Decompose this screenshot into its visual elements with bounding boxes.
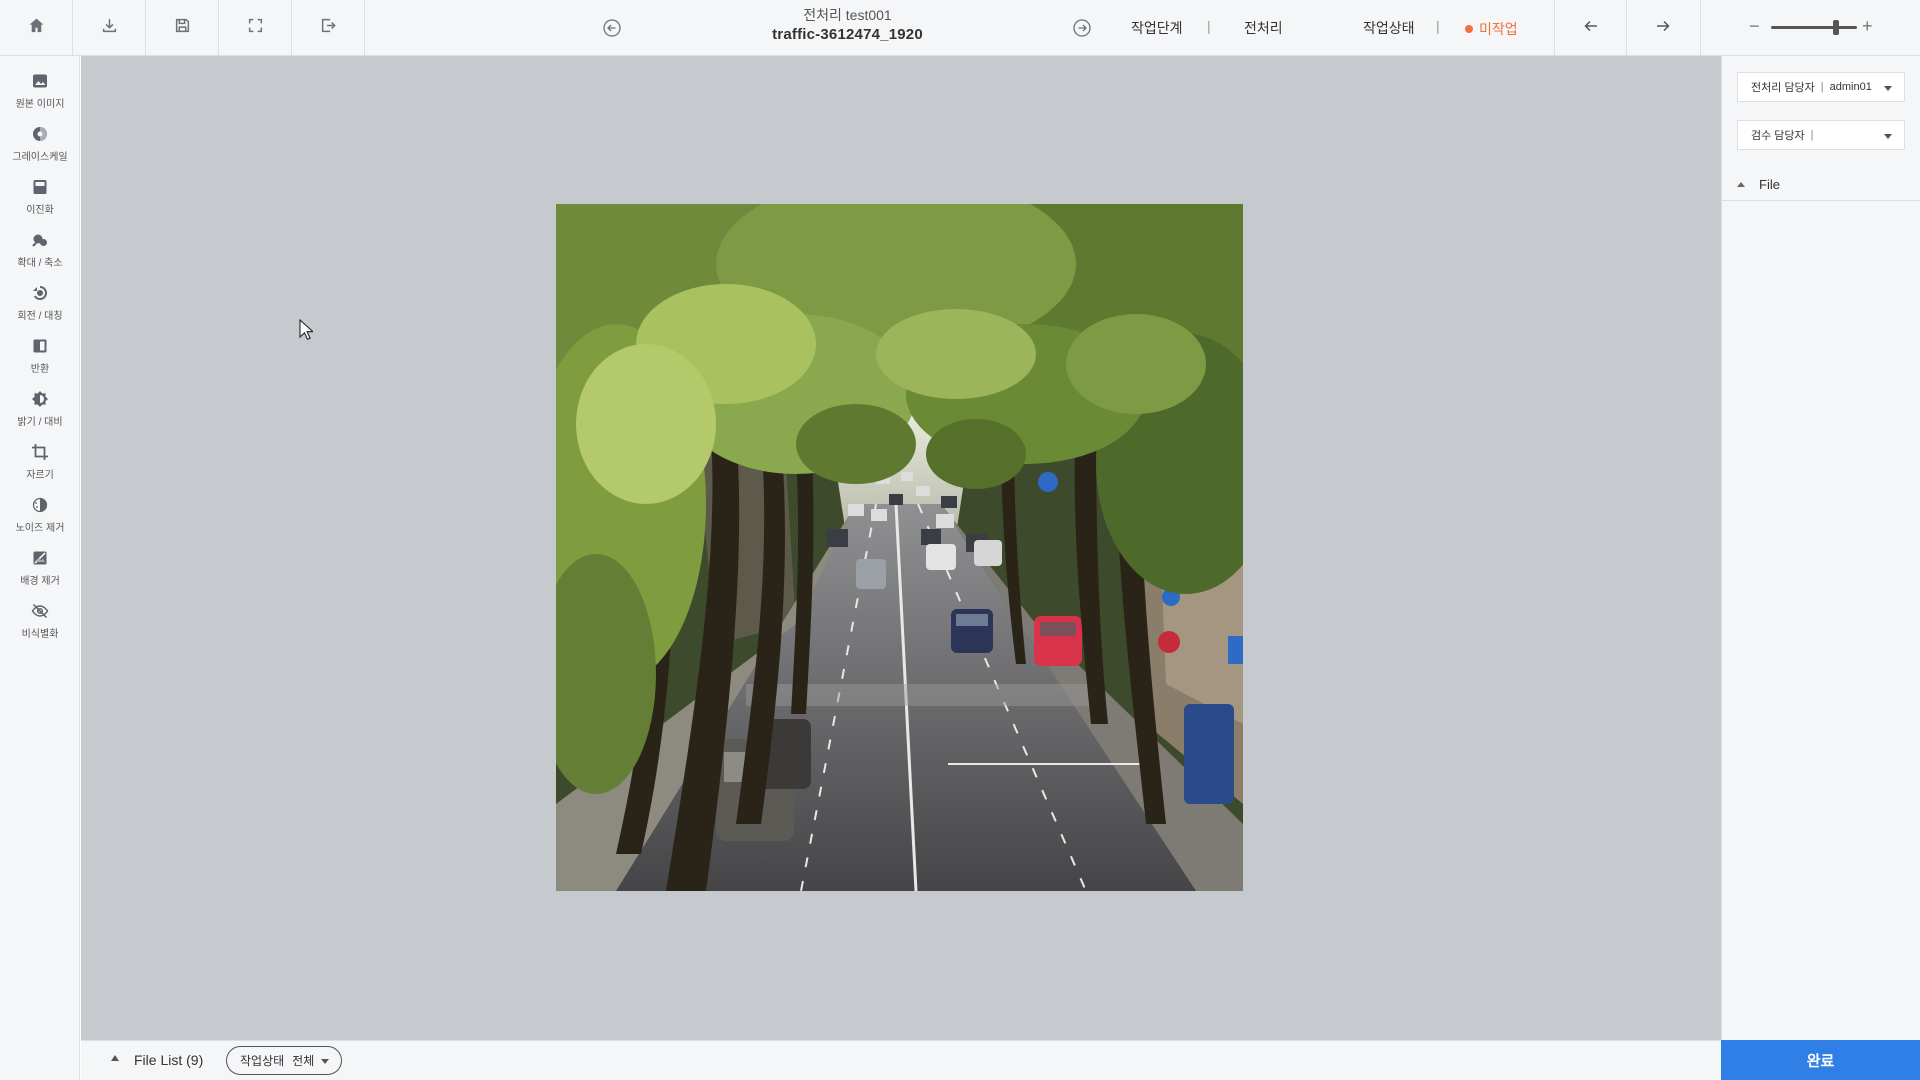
exit-icon bbox=[320, 17, 337, 39]
download-button[interactable] bbox=[73, 0, 146, 56]
original-image-icon bbox=[31, 72, 49, 90]
home-button[interactable] bbox=[0, 0, 73, 56]
tool-grayscale[interactable]: 그레이스케일 bbox=[0, 125, 80, 175]
deidentify-icon bbox=[31, 602, 49, 620]
tool-label: 비식별화 bbox=[21, 629, 59, 640]
grayscale-icon bbox=[31, 125, 49, 143]
tool-denoise[interactable]: 노이즈 제거 bbox=[0, 496, 80, 546]
owner-divider: | bbox=[1820, 81, 1824, 93]
home-icon bbox=[28, 17, 45, 39]
review-owner-select[interactable]: 검수 담당자 | bbox=[1737, 120, 1905, 150]
undo-button[interactable] bbox=[1554, 0, 1626, 56]
denoise-icon bbox=[31, 496, 49, 514]
top-toolbar: 전처리 test001 traffic-3612474_1920 작업단계 | … bbox=[0, 0, 1920, 56]
zoom-out-button[interactable]: − bbox=[1749, 16, 1760, 36]
tool-deidentify[interactable]: 비식별화 bbox=[0, 602, 80, 652]
arrow-left-icon bbox=[1583, 18, 1599, 39]
image-filename: traffic-3612474_1920 bbox=[772, 26, 923, 43]
zoom-slider-thumb[interactable] bbox=[1832, 20, 1839, 35]
zoom-in-button[interactable]: + bbox=[1862, 16, 1873, 36]
fullscreen-button[interactable] bbox=[219, 0, 292, 56]
preprocess-owner-label: 전처리 담당자 bbox=[1751, 82, 1815, 94]
right-panel: 전처리 담당자 | admin01 검수 담당자 | File bbox=[1721, 56, 1920, 1040]
status-value: 미작업 bbox=[1479, 21, 1518, 37]
tool-label: 확대 / 축소 bbox=[17, 258, 63, 269]
background-remove-icon bbox=[31, 549, 49, 567]
status-filter-dropdown[interactable]: 작업상태 전체 bbox=[226, 1046, 342, 1075]
crop-icon bbox=[31, 443, 49, 461]
expand-up-icon[interactable] bbox=[111, 1055, 119, 1061]
download-icon bbox=[101, 17, 118, 39]
tool-brightness[interactable]: 밝기 / 대비 bbox=[0, 390, 80, 440]
file-section-label: File bbox=[1759, 177, 1780, 192]
arrow-right-icon bbox=[1655, 18, 1671, 39]
stage-value: 전처리 bbox=[1244, 20, 1283, 36]
invert-icon bbox=[31, 337, 49, 355]
tool-resize[interactable]: 확대 / 축소 bbox=[0, 231, 80, 281]
tool-rotate[interactable]: 회전 / 대칭 bbox=[0, 284, 80, 334]
stage-divider: | bbox=[1207, 18, 1211, 34]
review-owner-label: 검수 담당자 bbox=[1751, 130, 1805, 142]
working-image[interactable] bbox=[556, 204, 1243, 891]
tool-label: 자르기 bbox=[26, 470, 54, 481]
rotate-icon bbox=[31, 284, 49, 302]
zoom-slider[interactable] bbox=[1771, 20, 1857, 35]
tool-invert[interactable]: 반환 bbox=[0, 337, 80, 387]
tool-label: 이진화 bbox=[26, 205, 54, 216]
tool-label: 배경 제거 bbox=[20, 576, 60, 587]
tool-background-remove[interactable]: 배경 제거 bbox=[0, 549, 80, 599]
status-divider: | bbox=[1436, 18, 1440, 34]
chevron-down-icon bbox=[1884, 86, 1892, 91]
tool-label: 회전 / 대칭 bbox=[17, 311, 63, 322]
collapse-up-icon bbox=[1737, 182, 1745, 187]
tool-label: 원본 이미지 bbox=[15, 99, 65, 110]
stage-label: 작업단계 bbox=[1131, 20, 1183, 36]
circle-arrow-right-icon bbox=[1072, 19, 1092, 42]
resize-icon bbox=[31, 231, 49, 249]
save-button[interactable] bbox=[146, 0, 219, 56]
file-list-bar: File List (9) 작업상태 전체 bbox=[81, 1040, 1721, 1080]
tool-label: 반환 bbox=[30, 364, 50, 375]
chevron-down-icon bbox=[1884, 134, 1892, 139]
save-icon bbox=[174, 17, 191, 39]
file-list-toggle[interactable]: File List (9) bbox=[134, 1052, 203, 1068]
fullscreen-icon bbox=[247, 17, 264, 39]
mouse-pointer-icon bbox=[299, 319, 313, 341]
filter-label: 작업상태 bbox=[240, 1054, 285, 1068]
exit-button[interactable] bbox=[292, 0, 365, 56]
tool-original-image[interactable]: 원본 이미지 bbox=[0, 72, 80, 122]
preprocess-owner-value: admin01 bbox=[1829, 81, 1872, 93]
brightness-icon bbox=[31, 390, 49, 408]
tool-crop[interactable]: 자르기 bbox=[0, 443, 80, 493]
image-canvas[interactable] bbox=[81, 56, 1721, 1040]
project-subtitle: 전처리 test001 bbox=[803, 7, 892, 23]
document-title: 전처리 test001 traffic-3612474_1920 bbox=[700, 6, 995, 46]
tool-label: 밝기 / 대비 bbox=[17, 417, 63, 428]
tool-label: 그레이스케일 bbox=[12, 152, 68, 163]
owner-divider: | bbox=[1810, 129, 1814, 141]
filter-value: 전체 bbox=[292, 1054, 315, 1068]
tool-label: 노이즈 제거 bbox=[15, 523, 65, 534]
complete-button[interactable]: 완료 bbox=[1721, 1040, 1920, 1080]
circle-arrow-left-icon bbox=[602, 19, 622, 42]
chevron-down-icon bbox=[321, 1059, 329, 1064]
previous-image-button[interactable] bbox=[602, 18, 622, 38]
file-section-header[interactable]: File bbox=[1722, 169, 1920, 201]
zoom-control: − + bbox=[1700, 0, 1920, 56]
tool-binarize[interactable]: 이진화 bbox=[0, 178, 80, 228]
next-image-button[interactable] bbox=[1072, 18, 1092, 38]
preprocess-owner-select[interactable]: 전처리 담당자 | admin01 bbox=[1737, 72, 1905, 102]
redo-button[interactable] bbox=[1626, 0, 1698, 56]
status-badge: 미작업 bbox=[1465, 19, 1518, 39]
binarize-icon bbox=[31, 178, 49, 196]
status-label: 작업상태 bbox=[1363, 20, 1415, 36]
status-dot-icon bbox=[1465, 25, 1473, 33]
tool-sidebar: 원본 이미지 그레이스케일 이진화 확대 / 축소 회전 / 대칭 반환 밝기 … bbox=[0, 56, 80, 1080]
